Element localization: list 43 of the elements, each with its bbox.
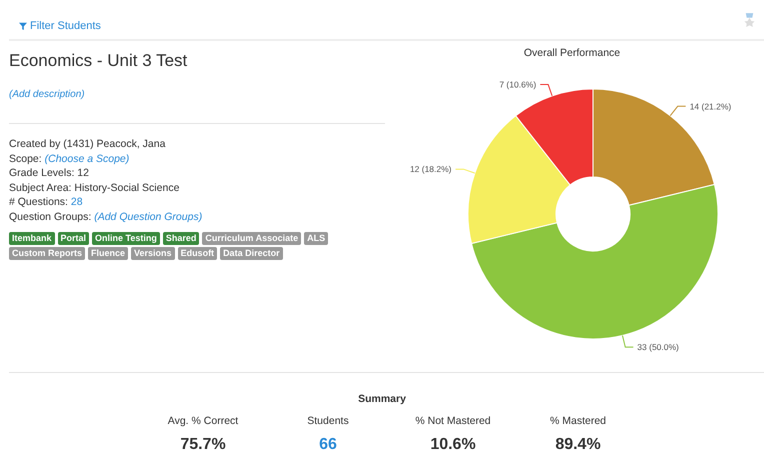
slice-label: 14 (21.2%) — [690, 101, 732, 112]
stat-label: Students — [307, 415, 349, 427]
test-title: Economics - Unit 3 Test — [9, 51, 188, 71]
stat-value: 89.4% — [555, 436, 601, 453]
detail-link[interactable]: (Add Question Groups) — [94, 210, 202, 222]
leader-line — [670, 106, 686, 116]
tag-label: Itembank — [9, 232, 55, 245]
chart-title: Overall Performance — [522, 47, 622, 59]
tag-label: Versions — [131, 247, 175, 260]
stat-label: % Mastered — [550, 415, 606, 427]
detail-label: Scope: — [9, 152, 43, 164]
add-description-link[interactable]: (Add description) — [9, 89, 385, 100]
tag-label: Custom Reports — [9, 247, 86, 260]
tag-label: Shared — [162, 232, 200, 245]
tag-label: Fluence — [88, 247, 128, 260]
tag-label: ALS — [304, 232, 328, 245]
stat-label: Avg. % Correct — [168, 415, 238, 427]
filter-students-link[interactable]: Filter Students — [19, 20, 101, 32]
award-icon[interactable] — [743, 13, 756, 28]
stat-label: % Not Mastered — [415, 415, 491, 427]
slice-label: 7 (10.6%) — [499, 80, 536, 90]
tag-label: Online Testing — [92, 232, 160, 245]
stat-value: 10.6% — [430, 436, 476, 453]
stat-value: 75.7% — [180, 436, 226, 453]
slice-label: 33 (50.0%) — [637, 342, 679, 352]
tag-label: Portal — [58, 232, 90, 245]
detail-label: Question Groups: — [9, 210, 92, 222]
stat-link[interactable]: 66 — [319, 436, 337, 453]
leader-line — [455, 168, 476, 174]
detail-link[interactable]: 28 — [70, 196, 83, 208]
tag-label: Edusoft — [178, 247, 218, 260]
detail-label: # Questions: — [9, 196, 69, 208]
tag-label: Curriculum Associate — [202, 232, 302, 245]
detail-text: Created by (1431) Peacock, Jana — [9, 138, 166, 150]
leader-line — [540, 84, 553, 96]
leader-line — [622, 334, 634, 348]
tag-label: Data Director — [220, 247, 283, 260]
summary-title: Summary — [357, 393, 407, 405]
detail-text: Grade Levels: 12 — [9, 167, 89, 179]
slice-label: 12 (18.2%) — [410, 164, 452, 174]
filter-icon — [19, 22, 27, 30]
detail-link[interactable]: (Choose a Scope) — [44, 152, 130, 164]
detail-text: Subject Area: History-Social Science — [9, 182, 180, 194]
